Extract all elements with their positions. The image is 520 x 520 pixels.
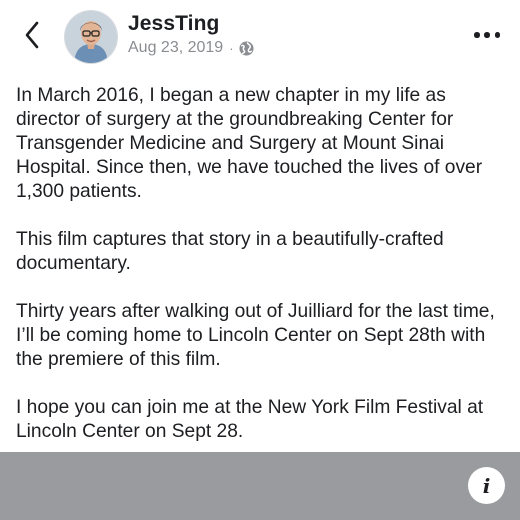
info-button[interactable]: i [468,467,505,504]
post-paragraph: Thirty years after walking out of Juilli… [16,301,495,370]
post-header: JessTing Aug 23, 2019 · [0,0,520,72]
more-horizontal-icon-dot [484,32,490,38]
meta-separator: · [229,40,234,56]
more-horizontal-icon-dot [474,32,480,38]
profile-photo [65,11,117,63]
globe-icon [239,40,254,56]
post-paragraph: In March 2016, I began a new chapter in … [16,85,483,202]
avatar[interactable] [64,10,118,64]
post-meta: Aug 23, 2019 · [128,39,254,57]
more-horizontal-icon-dot [494,32,500,38]
post-detail-screen: JessTing Aug 23, 2019 · In March 2016, I… [0,0,520,520]
media-bar: i [0,452,520,520]
post-paragraph: I hope you can join me at the New York F… [16,397,484,442]
post-paragraph: This film captures that story in a beaut… [16,229,444,274]
back-button[interactable] [18,18,46,52]
chevron-left-icon [25,21,39,49]
info-icon: i [482,473,491,498]
more-options-button[interactable] [474,30,500,40]
post-text: In March 2016, I began a new chapter in … [16,84,506,468]
post-date[interactable]: Aug 23, 2019 [128,39,223,57]
author-name[interactable]: JessTing [128,12,219,36]
